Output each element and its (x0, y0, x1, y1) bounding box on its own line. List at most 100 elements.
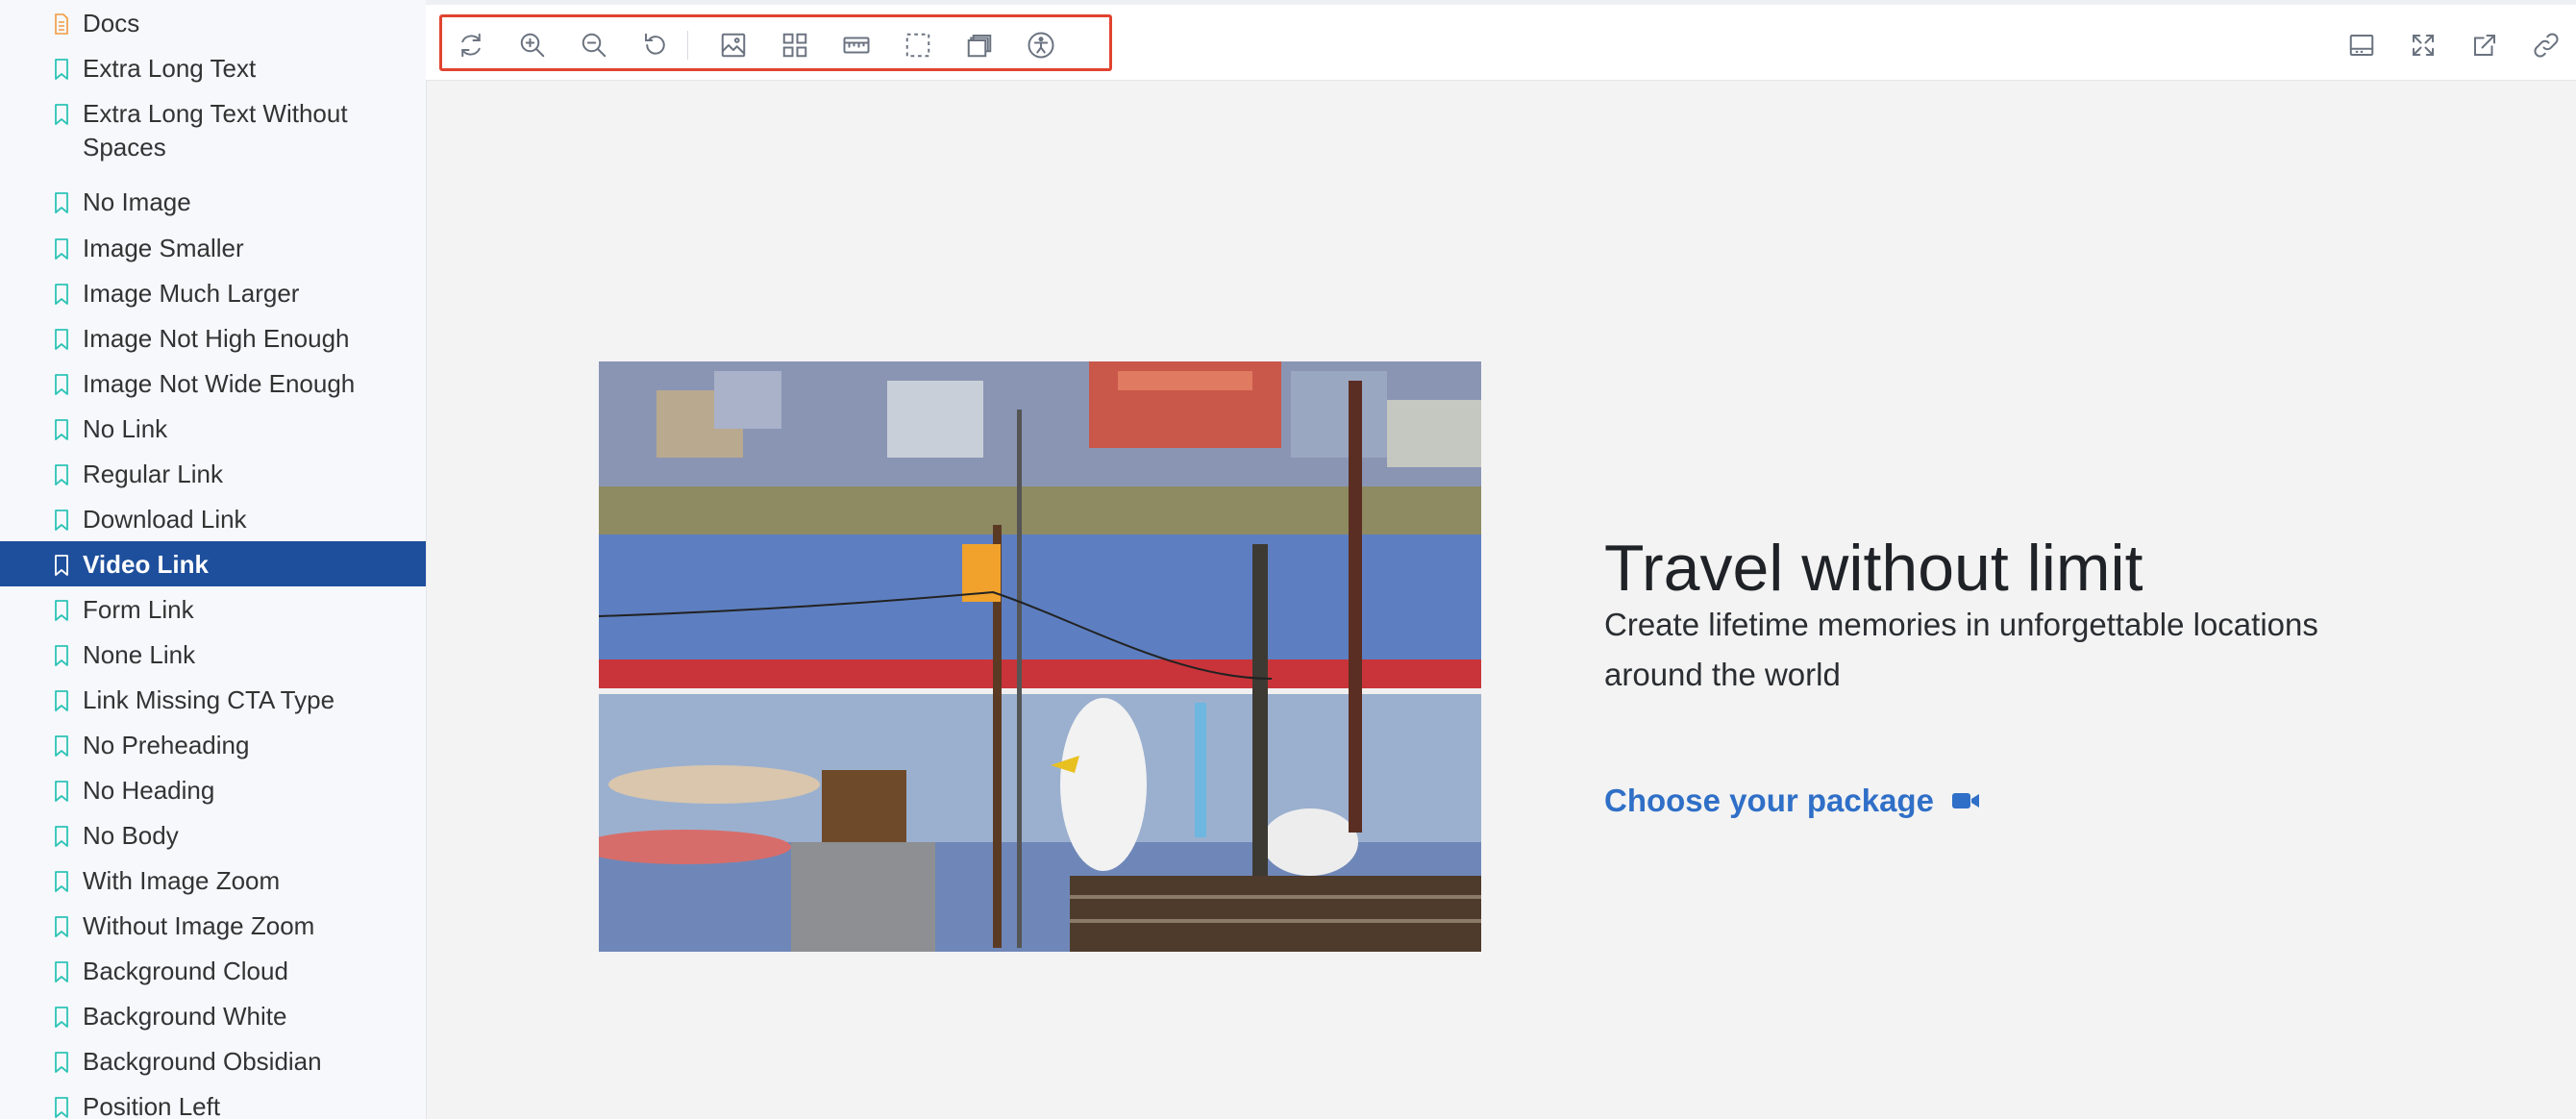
sidebar-item-label: Image Not Wide Enough (83, 369, 356, 398)
sidebar-item-label: No Heading (83, 776, 215, 805)
open-new-tab-button[interactable] (2467, 28, 2502, 62)
sidebar-item-with-image-zoom[interactable]: With Image Zoom (0, 858, 426, 903)
bookmark-icon (55, 826, 68, 847)
bookmark-icon (55, 464, 68, 485)
cta-video-link[interactable]: Choose your package (1604, 780, 1980, 822)
bookmark-icon (55, 104, 68, 125)
sidebar-item-label: No Body (83, 821, 179, 850)
sidebar-item-no-preheading[interactable]: No Preheading (0, 722, 426, 767)
measure-button[interactable] (839, 28, 874, 62)
video-camera-icon (1951, 793, 1979, 808)
cta-label: Choose your package (1604, 783, 1934, 818)
copy-link-button[interactable] (2529, 28, 2564, 62)
sidebar-item-label: Background Cloud (83, 957, 288, 985)
sidebar-item-docs[interactable]: Docs (0, 0, 426, 45)
sidebar-item-no-heading[interactable]: No Heading (0, 767, 426, 812)
preview-toolbar (426, 0, 2576, 81)
zoom-in-button[interactable] (515, 28, 550, 62)
bookmark-icon (55, 374, 68, 395)
bookmark-icon (55, 781, 68, 802)
sidebar-item-label: No Preheading (83, 731, 250, 759)
sidebar-item-label: Link Missing CTA Type (83, 685, 335, 714)
accessibility-icon (1028, 32, 1054, 59)
sidebar-item-label: Form Link (83, 595, 194, 624)
bookmark-icon (55, 1097, 68, 1118)
sidebar-item-without-image-zoom[interactable]: Without Image Zoom (0, 903, 426, 948)
sidebar-item-label: With Image Zoom (83, 866, 281, 895)
sidebar-item-label: Image Not High Enough (83, 324, 350, 353)
sidebar-item-label: No Image (83, 187, 191, 216)
bookmark-icon (55, 1007, 68, 1028)
bookmark-icon (55, 238, 68, 260)
reload-button[interactable] (454, 28, 488, 62)
toolbar-separator (687, 31, 688, 60)
sidebar-item-regular-link[interactable]: Regular Link (0, 451, 426, 496)
bookmark-icon (55, 192, 68, 213)
sidebar-item-label: Docs (83, 9, 140, 37)
bookmark-icon (55, 555, 68, 576)
sidebar-item-label: Video Link (83, 550, 209, 579)
sidebar-item-label: Image Smaller (83, 234, 244, 262)
sidebar-item-form-link[interactable]: Form Link (0, 586, 426, 632)
reset-zoom-icon (645, 33, 665, 55)
sidebar-item-image-smaller[interactable]: Image Smaller (0, 225, 426, 270)
panel-toggle-icon (2349, 35, 2374, 56)
reset-zoom-button[interactable] (638, 28, 673, 62)
viewport-icon (967, 35, 992, 58)
sidebar-item-label: Download Link (83, 505, 247, 534)
hero-image (599, 361, 1481, 952)
outline-icon (905, 33, 930, 58)
zoom-out-button[interactable] (577, 28, 611, 62)
sidebar-item-label: Extra Long Text Without Spaces (83, 99, 348, 162)
sidebar-item-label: Image Much Larger (83, 279, 300, 308)
sidebar-item-extra-long-text-without-spaces[interactable]: Extra Long Text Without Spaces (0, 90, 426, 179)
fullscreen-button[interactable] (2406, 28, 2440, 62)
viewport-button[interactable] (962, 28, 997, 62)
document-icon (55, 13, 68, 35)
copy-link-icon (2534, 33, 2559, 58)
story-canvas: Travel without limit Create lifetime mem… (426, 81, 2576, 1119)
bookmark-icon (55, 690, 68, 711)
sidebar-item-background-obsidian[interactable]: Background Obsidian (0, 1038, 426, 1083)
sidebar-item-background-white[interactable]: Background White (0, 993, 426, 1038)
sidebar-item-no-image[interactable]: No Image (0, 179, 426, 224)
bookmark-icon (55, 59, 68, 80)
sidebar-item-label: Regular Link (83, 460, 223, 488)
sidebar-item-no-link[interactable]: No Link (0, 406, 426, 451)
bookmark-icon (55, 600, 68, 621)
sidebar-item-label: No Link (83, 414, 168, 443)
bookmark-icon (55, 329, 68, 350)
accessibility-button[interactable] (1024, 28, 1058, 62)
sidebar-item-video-link[interactable]: Video Link (0, 541, 426, 586)
sidebar-item-background-cloud[interactable]: Background Cloud (0, 948, 426, 993)
toolbar-tool-group (439, 14, 1112, 71)
sidebar-item-position-left[interactable]: Position Left (0, 1083, 426, 1119)
bookmark-icon (55, 871, 68, 892)
outline-button[interactable] (901, 28, 935, 62)
sidebar-item-label: Background Obsidian (83, 1047, 322, 1076)
sidebar-item-image-not-high-enough[interactable]: Image Not High Enough (0, 315, 426, 361)
grid-icon (782, 33, 807, 58)
bookmark-icon (55, 916, 68, 937)
grid-button[interactable] (778, 28, 812, 62)
panel-toggle-button[interactable] (2344, 28, 2379, 62)
sidebar-item-label: Position Left (83, 1092, 221, 1119)
bookmark-icon (55, 1052, 68, 1073)
background-image-icon (721, 33, 746, 58)
sidebar-item-no-body[interactable]: No Body (0, 812, 426, 858)
sidebar-item-image-much-larger[interactable]: Image Much Larger (0, 270, 426, 315)
zoom-in-icon (520, 33, 545, 58)
sidebar-item-label: None Link (83, 640, 196, 669)
sidebar-item-none-link[interactable]: None Link (0, 632, 426, 677)
sidebar-item-link-missing-cta-type[interactable]: Link Missing CTA Type (0, 677, 426, 722)
zoom-out-icon (582, 33, 607, 58)
bookmark-icon (55, 735, 68, 757)
sidebar-item-image-not-wide-enough[interactable]: Image Not Wide Enough (0, 361, 426, 406)
hero-heading: Travel without limit (1604, 531, 2143, 605)
sidebar-item-extra-long-text[interactable]: Extra Long Text (0, 45, 426, 90)
sidebar: Docs Extra Long Text Extra Long Text Witho… (0, 0, 427, 1119)
fullscreen-icon (2413, 35, 2434, 56)
background-button[interactable] (716, 28, 751, 62)
measure-icon (843, 37, 870, 54)
sidebar-item-download-link[interactable]: Download Link (0, 496, 426, 541)
